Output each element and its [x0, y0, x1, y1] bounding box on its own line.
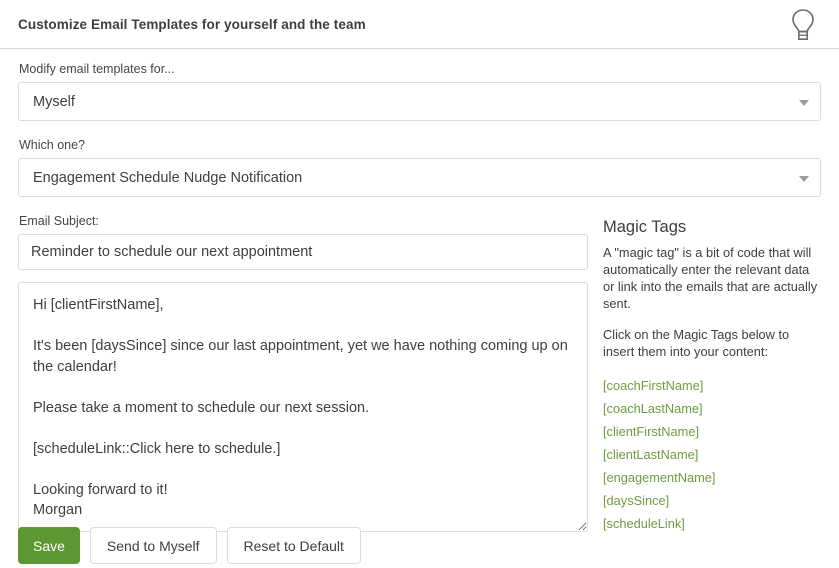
magic-tag-link[interactable]: [scheduleLink] — [603, 512, 821, 535]
page-header: Customize Email Templates for yourself a… — [0, 0, 839, 48]
audience-select[interactable]: Myself — [18, 82, 821, 121]
reset-to-default-button[interactable]: Reset to Default — [226, 527, 361, 564]
email-subject-input[interactable] — [18, 234, 588, 270]
template-label: Which one? — [19, 138, 86, 152]
email-subject-label: Email Subject: — [19, 214, 99, 228]
editor-column: Email Subject: — [18, 213, 588, 532]
magic-tags-description: A "magic tag" is a bit of code that will… — [603, 245, 818, 311]
template-select[interactable]: Engagement Schedule Nudge Notification — [18, 158, 821, 197]
lightbulb-icon[interactable] — [781, 3, 825, 47]
chevron-down-icon — [799, 99, 809, 106]
magic-tag-link[interactable]: [coachLastName] — [603, 397, 821, 420]
editor-columns: Email Subject: Magic Tags A "magic tag" … — [18, 213, 821, 535]
form-body: Modify email templates for... Myself Whi… — [0, 49, 839, 535]
email-body-textarea[interactable] — [18, 282, 588, 532]
magic-tags-panel: Magic Tags A "magic tag" is a bit of cod… — [603, 213, 821, 535]
magic-tags-instruction: Click on the Magic Tags below to insert … — [603, 327, 790, 359]
audience-label: Modify email templates for... — [19, 62, 175, 76]
magic-tag-link[interactable]: [engagementName] — [603, 466, 821, 489]
magic-tag-link[interactable]: [daysSince] — [603, 489, 821, 512]
magic-tag-link[interactable]: [clientLastName] — [603, 443, 821, 466]
magic-tag-link[interactable]: [coachFirstName] — [603, 374, 821, 397]
email-template-editor-page: Customize Email Templates for yourself a… — [0, 0, 839, 568]
lightbulb-glyph — [792, 9, 814, 41]
magic-tags-title: Magic Tags — [603, 218, 687, 236]
template-select-value: Engagement Schedule Nudge Notification — [33, 169, 303, 186]
send-to-myself-button[interactable]: Send to Myself — [89, 527, 217, 564]
audience-select-value: Myself — [33, 93, 75, 110]
magic-tags-list: [coachFirstName] [coachLastName] [client… — [603, 374, 821, 535]
magic-tag-link[interactable]: [clientFirstName] — [603, 420, 821, 443]
save-button[interactable]: Save — [18, 527, 80, 564]
page-title: Customize Email Templates for yourself a… — [18, 16, 366, 32]
action-buttons: Save Send to Myself Reset to Default — [18, 527, 361, 564]
chevron-down-icon — [799, 175, 809, 182]
